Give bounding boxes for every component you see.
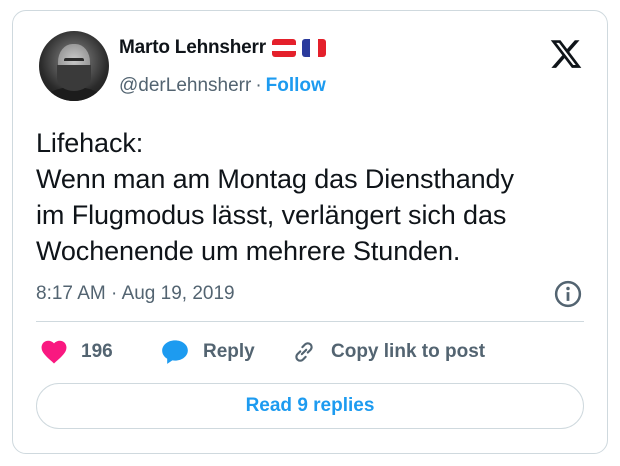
reply-button[interactable]: Reply — [161, 337, 255, 367]
read-replies-label: Read 9 replies — [245, 395, 375, 416]
author-name-row: Marto Lehnsherr — [119, 37, 326, 59]
meta-separator: · — [111, 283, 118, 304]
tweet-time: 8:17 AM — [36, 283, 106, 304]
tweet-line: Wochenende um mehrere Stunden. — [36, 236, 461, 266]
avatar-beard — [57, 65, 91, 91]
read-replies-button[interactable]: Read 9 replies — [36, 383, 584, 429]
author-handle[interactable]: @derLehnsherr — [119, 75, 251, 96]
flag-france-icon — [301, 39, 326, 57]
like-count: 196 — [81, 341, 113, 362]
info-icon[interactable] — [553, 279, 583, 309]
handle-separator: · — [255, 75, 262, 96]
author-handle-row: @derLehnsherr · Follow — [119, 75, 326, 97]
tweet-date: Aug 19, 2019 — [121, 283, 235, 304]
like-button[interactable]: 196 — [41, 337, 113, 367]
follow-link[interactable]: Follow — [266, 75, 326, 96]
avatar-eyes — [64, 58, 84, 65]
tweet-line: Lifehack: — [36, 128, 144, 158]
avatar[interactable] — [39, 31, 109, 101]
flag-austria-icon — [271, 39, 296, 57]
speech-bubble-icon — [162, 340, 188, 364]
x-logo-icon[interactable] — [549, 37, 583, 71]
copy-link-button[interactable]: Copy link to post — [291, 337, 485, 367]
tweet-line: im Flugmodus lässt, verlängert sich das — [36, 200, 507, 230]
copy-link-label: Copy link to post — [331, 341, 486, 362]
author-name[interactable]: Marto Lehnsherr — [119, 37, 266, 59]
tweet-timestamp[interactable]: 8:17 AM · Aug 19, 2019 — [36, 283, 235, 305]
divider — [36, 321, 584, 322]
link-icon — [295, 342, 313, 362]
reply-label: Reply — [203, 341, 255, 362]
tweet-line: Wenn man am Montag das Diensthandy — [36, 164, 514, 194]
heart-icon — [41, 340, 67, 364]
tweet-text: Lifehack: Wenn man am Montag das Diensth… — [36, 125, 596, 269]
tweet-card: Marto Lehnsherr @derLehnsherr · Follow Lif… — [12, 10, 608, 454]
